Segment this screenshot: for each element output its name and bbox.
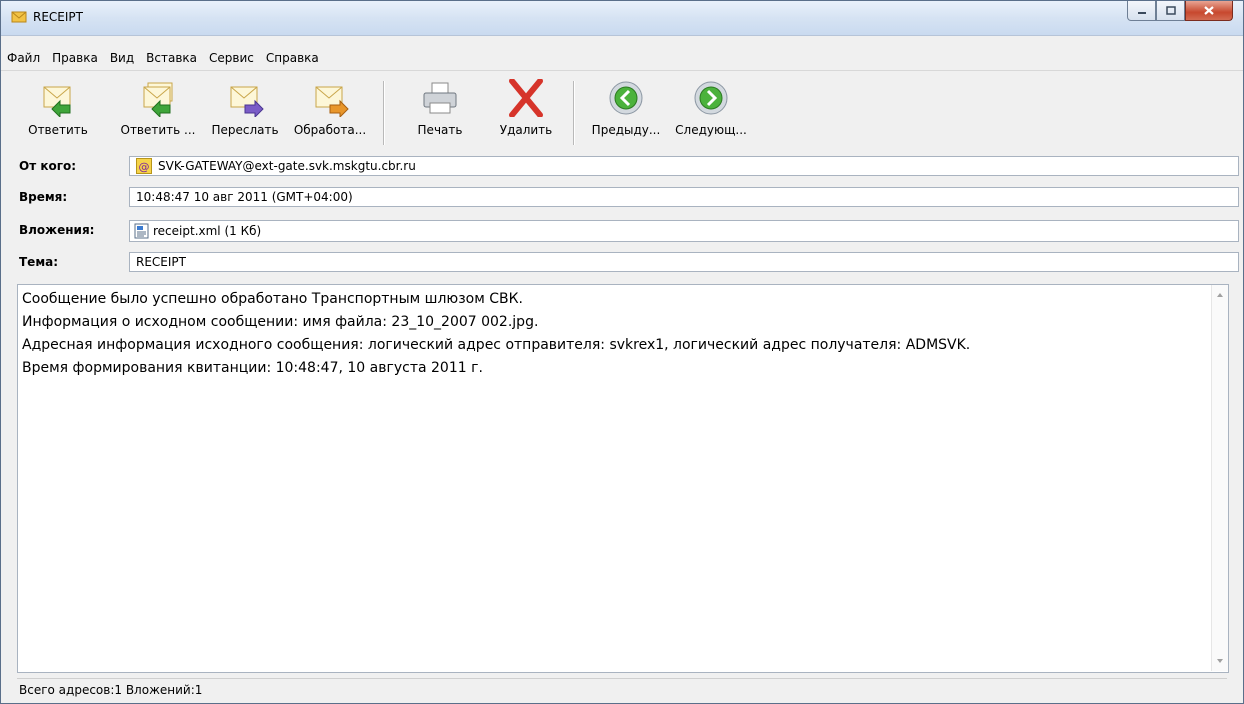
title-bar[interactable]: RECEIPT — [1, 1, 1243, 36]
subject-row: Тема: RECEIPT — [19, 252, 1244, 274]
menu-edit[interactable]: Правка — [46, 51, 104, 65]
xml-file-icon — [134, 223, 149, 239]
reply-all-label: Ответить ... — [120, 123, 196, 137]
next-label: Следующ... — [675, 123, 747, 137]
toolbar-separator — [573, 81, 575, 145]
envelope-icon — [11, 11, 27, 23]
arrow-right-icon — [694, 81, 728, 115]
scroll-down-icon[interactable] — [1212, 653, 1228, 669]
toolbar: Ответить Ответить ... Переслать Обработа… — [1, 73, 1243, 151]
subject-field: RECEIPT — [129, 252, 1239, 272]
reply-button[interactable]: Ответить — [23, 73, 93, 149]
previous-button[interactable]: Предыду... — [586, 73, 666, 149]
email-address-icon: @ — [136, 158, 152, 174]
maximize-button[interactable] — [1156, 1, 1185, 21]
main-window: RECEIPT Файл Правка Вид Вставка Сервис С… — [0, 0, 1244, 704]
forward-label: Переслать — [211, 123, 279, 137]
attachments-field: receipt.xml (1 Кб) — [129, 220, 1239, 242]
window-title: RECEIPT — [33, 10, 83, 24]
subject-label: Тема: — [19, 255, 59, 269]
forward-button[interactable]: Переслать — [206, 73, 284, 149]
process-icon — [315, 86, 349, 117]
attachment-name: receipt.xml (1 Кб) — [153, 224, 262, 238]
delete-icon — [509, 79, 543, 117]
attachment-item[interactable]: receipt.xml (1 Кб) — [134, 223, 261, 239]
forward-icon — [230, 86, 264, 117]
menu-view[interactable]: Вид — [104, 51, 140, 65]
close-button[interactable] — [1185, 1, 1233, 21]
toolbar-separator — [383, 81, 385, 145]
print-label: Печать — [417, 123, 463, 137]
body-line: Адресная информация исходного сообщения:… — [22, 337, 971, 353]
menu-insert[interactable]: Вставка — [140, 51, 203, 65]
close-icon — [1204, 6, 1214, 15]
minimize-button[interactable] — [1127, 1, 1156, 21]
delete-label: Удалить — [499, 123, 553, 137]
from-value: SVK-GATEWAY@ext-gate.svk.mskgtu.cbr.ru — [158, 159, 416, 173]
from-field[interactable]: @ SVK-GATEWAY@ext-gate.svk.mskgtu.cbr.ru — [129, 156, 1239, 176]
svg-text:@: @ — [139, 161, 150, 174]
status-bar: Всего адресов:1 Вложений:1 — [17, 678, 1227, 701]
menu-tools[interactable]: Сервис — [203, 51, 260, 65]
vertical-scrollbar[interactable] — [1211, 285, 1228, 671]
time-field: 10:48:47 10 авг 2011 (GMT+04:00) — [129, 187, 1239, 207]
arrow-left-icon — [609, 81, 643, 115]
attachments-row: Вложения: receipt.xml (1 Кб) — [19, 220, 1244, 242]
delete-button[interactable]: Удалить — [487, 73, 565, 149]
attachments-label: Вложения: — [19, 223, 95, 237]
previous-label: Предыду... — [591, 123, 661, 137]
scroll-up-icon[interactable] — [1212, 287, 1228, 303]
message-body[interactable]: Сообщение было успешно обработано Трансп… — [17, 284, 1229, 673]
menu-help[interactable]: Справка — [260, 51, 325, 65]
next-button[interactable]: Следующ... — [671, 73, 751, 149]
body-line: Сообщение было успешно обработано Трансп… — [22, 291, 523, 307]
printer-icon — [423, 82, 457, 114]
minimize-icon — [1137, 11, 1146, 14]
from-row: От кого: @ SVK-GATEWAY@ext-gate.svk.mskg… — [19, 156, 1244, 178]
from-label: От кого: — [19, 159, 77, 173]
time-label: Время: — [19, 190, 68, 204]
time-row: Время: 10:48:47 10 авг 2011 (GMT+04:00) — [19, 187, 1244, 209]
body-line: Время формирования квитанции: 10:48:47, … — [22, 360, 483, 376]
time-value: 10:48:47 10 авг 2011 (GMT+04:00) — [136, 190, 353, 204]
print-button[interactable]: Печать — [401, 73, 479, 149]
body-line: Информация о исходном сообщении: имя фай… — [22, 314, 539, 330]
reply-label: Ответить — [28, 123, 88, 137]
subject-value: RECEIPT — [136, 255, 186, 269]
process-label: Обработа... — [293, 123, 367, 137]
menu-file[interactable]: Файл — [1, 51, 46, 65]
reply-icon — [43, 86, 71, 117]
status-text: Всего адресов:1 Вложений:1 — [19, 683, 203, 697]
process-button[interactable]: Обработа... — [290, 73, 370, 149]
maximize-icon — [1165, 6, 1176, 15]
reply-all-icon — [143, 82, 173, 117]
menu-bar: Файл Правка Вид Вставка Сервис Справка — [1, 46, 1243, 71]
reply-all-button[interactable]: Ответить ... — [116, 73, 200, 149]
